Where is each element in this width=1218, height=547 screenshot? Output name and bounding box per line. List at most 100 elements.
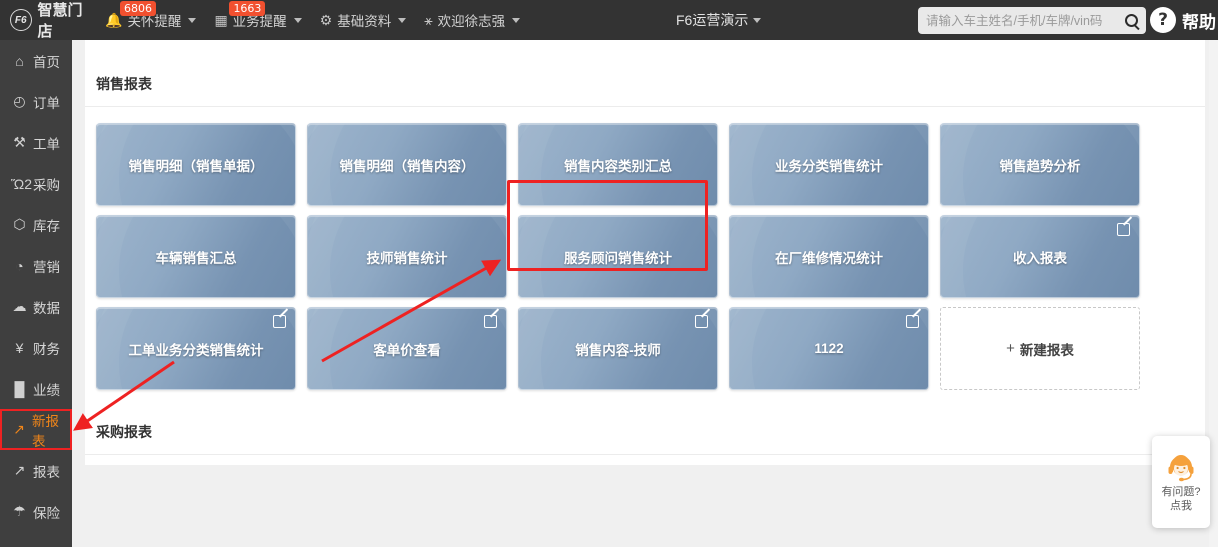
help-button[interactable]: ? 帮助 — [1150, 0, 1218, 40]
report-card[interactable]: 服务顾问销售统计 — [518, 215, 718, 298]
sidebar-item-label: 业绩 — [33, 382, 60, 398]
brand-name: 智慧门店 — [37, 2, 83, 40]
report-card-label: 业务分类销售统计 — [775, 158, 883, 174]
sidebar-item-8[interactable]: █ 业绩 — [0, 368, 72, 409]
topbar-item-label: 欢迎徐志强 — [437, 14, 506, 29]
help-label: 帮助 — [1182, 12, 1216, 32]
sidebar-item-label: 保险 — [33, 505, 60, 521]
report-card[interactable]: 车辆销售汇总 — [96, 215, 296, 298]
new-report-label: 新建报表 — [1019, 342, 1074, 358]
search-input[interactable] — [926, 13, 1123, 28]
bars-icon: █ — [14, 380, 25, 397]
box-icon: ⬡ — [13, 216, 26, 232]
report-card-label: 销售内容类别汇总 — [564, 158, 672, 174]
cloud-icon: ☁ — [12, 298, 27, 314]
main-content: 服务顾问业绩统计+新建报表销售报表销售明细（销售单据）销售明细（销售内容）销售内… — [72, 40, 1218, 547]
page-scrollbar[interactable] — [1209, 40, 1218, 547]
sidebar-item-4[interactable]: ⬡ 库存 — [0, 204, 72, 245]
sidebar-item-6[interactable]: ☁ 数据 — [0, 286, 72, 327]
sidebar-item-label: 营销 — [33, 259, 60, 275]
chevron-down-icon — [188, 17, 197, 23]
report-card[interactable]: 销售内容类别汇总 — [518, 123, 718, 206]
top-navigation-bar: F6 智慧门店 🔔 关怀提醒 6806 ▦ 业务提醒 1663 ⚙ 基础资料 ⚹… — [0, 0, 1218, 40]
sidebar-item-label: 采购 — [33, 177, 60, 193]
chevron-down-icon — [293, 17, 302, 23]
gear-icon: ⚙ — [319, 12, 333, 28]
edit-icon[interactable] — [1117, 223, 1130, 236]
linechart-icon: ↗ — [13, 421, 25, 437]
report-card[interactable]: 在厂维修情况统计 — [729, 215, 929, 298]
pie-icon: ◔ — [15, 257, 24, 274]
report-card[interactable]: 收入报表 — [940, 215, 1140, 298]
sidebar-item-5[interactable]: ◔ 营销 — [0, 245, 72, 286]
report-card[interactable]: 1122 — [729, 307, 929, 390]
sidebar-item-2[interactable]: ⚒ 工单 — [0, 122, 72, 163]
report-card-label: 销售内容-技师 — [575, 342, 661, 358]
report-card[interactable]: 工单业务分类销售统计 — [96, 307, 296, 390]
report-card[interactable]: 业务分类销售统计 — [729, 123, 929, 206]
report-card-label: 技师销售统计 — [366, 250, 448, 266]
sidebar-item-7[interactable]: ¥ 财务 — [0, 327, 72, 368]
sidebar-item-3[interactable]: Ὥ2 采购 — [0, 163, 72, 204]
sidebar-item-label: 工单 — [33, 136, 60, 152]
question-mark-icon: ? — [1150, 7, 1176, 33]
report-card-label: 销售趋势分析 — [999, 158, 1081, 174]
sidebar-item-11[interactable]: ☂ 保险 — [0, 491, 72, 532]
left-sidebar: ⌂ 首页 ◴ 订单 ⚒ 工单 Ὥ2 采购 ⬡ 库存 ◔ 营销 ☁ 数据 ¥ 财务 █ 业绩 ↗ 新报表 ↗ 报表 ☂ 保险 — [0, 40, 72, 547]
report-card-label: 1122 — [814, 341, 844, 356]
plus-icon: + — [1006, 340, 1015, 357]
chevron-down-icon — [512, 17, 521, 23]
report-card-label: 销售明细（销售内容） — [339, 158, 475, 174]
note-icon: ▦ — [214, 12, 228, 28]
report-card[interactable]: 销售内容-技师 — [518, 307, 718, 390]
topbar-item-basic-data[interactable]: ⚙ 基础资料 — [311, 0, 416, 40]
home-icon: ⌂ — [15, 52, 24, 69]
edit-icon[interactable] — [273, 315, 286, 328]
store-selector-label: F6运营演示 — [676, 12, 749, 28]
store-selector[interactable]: F6运营演示 — [676, 0, 762, 40]
report-card-label: 车辆销售汇总 — [155, 250, 237, 266]
sidebar-item-10[interactable]: ↗ 报表 — [0, 450, 72, 491]
edit-icon[interactable] — [484, 315, 497, 328]
cart-icon: Ὥ2 — [11, 175, 32, 192]
customer-service-widget[interactable]: 有问题? 点我 — [1152, 436, 1210, 528]
sidebar-item-label: 首页 — [33, 54, 60, 70]
new-report-card[interactable]: + 新建报表 — [940, 307, 1140, 390]
edit-icon[interactable] — [906, 315, 919, 328]
sidebar-item-label: 新报表 — [31, 413, 59, 449]
report-card-label: 收入报表 — [1013, 250, 1067, 266]
topbar-item-user-menu[interactable]: ⚹ 欢迎徐志强 — [415, 0, 529, 40]
report-card-label: 销售明细（销售单据） — [128, 158, 264, 174]
report-card[interactable]: 销售明细（销售内容） — [307, 123, 507, 206]
sidebar-item-0[interactable]: ⌂ 首页 — [0, 40, 72, 81]
clock-icon: ◴ — [13, 93, 26, 109]
search-icon[interactable] — [1125, 14, 1138, 27]
section-title: 采购报表 — [96, 424, 152, 440]
brand-logo-area[interactable]: F6 智慧门店 — [0, 0, 96, 41]
report-card-label: 工单业务分类销售统计 — [128, 342, 264, 358]
topbar-item-care-reminder[interactable]: 🔔 关怀提醒 6806 — [96, 0, 205, 40]
edit-icon[interactable] — [695, 315, 708, 328]
report-card[interactable]: 客单价查看 — [307, 307, 507, 390]
business-reminder-badge: 1663 — [229, 1, 266, 16]
sidebar-item-label: 财务 — [33, 341, 60, 357]
sidebar-item-label: 库存 — [33, 218, 60, 234]
sidebar-item-label: 报表 — [33, 464, 60, 480]
global-search[interactable] — [918, 7, 1146, 34]
chat-line-2: 点我 — [1170, 500, 1192, 512]
report-card[interactable]: 销售趋势分析 — [940, 123, 1140, 206]
topbar-item-business-reminder[interactable]: ▦ 业务提醒 1663 — [205, 0, 310, 40]
sidebar-item-label: 订单 — [33, 95, 60, 111]
report-card-label: 客单价查看 — [373, 342, 441, 358]
report-card[interactable]: 技师销售统计 — [307, 215, 507, 298]
sidebar-item-1[interactable]: ◴ 订单 — [0, 81, 72, 122]
section-title: 销售报表 — [96, 76, 152, 92]
linechart-icon: ↗ — [13, 462, 26, 478]
f6-logo-icon: F6 — [10, 9, 32, 31]
report-card[interactable]: 销售明细（销售单据） — [96, 123, 296, 206]
chat-line-1: 有问题? — [1161, 486, 1201, 498]
user-icon: ⚹ — [424, 12, 433, 28]
sidebar-item-9[interactable]: ↗ 新报表 — [0, 409, 72, 450]
chevron-down-icon — [398, 17, 407, 23]
yuan-icon: ¥ — [15, 339, 24, 356]
